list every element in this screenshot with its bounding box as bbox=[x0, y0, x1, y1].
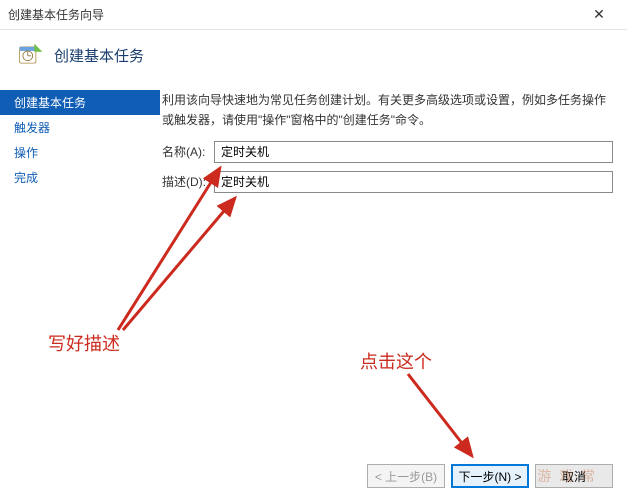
wizard-steps: 创建基本任务 触发器 操作 完成 bbox=[0, 82, 160, 462]
cancel-button[interactable]: 取消 bbox=[535, 464, 613, 488]
name-label: 名称(A): bbox=[162, 143, 214, 160]
window-title: 创建基本任务向导 bbox=[8, 6, 579, 23]
wizard-icon bbox=[18, 42, 44, 68]
close-button[interactable]: ✕ bbox=[579, 1, 619, 29]
page-title: 创建基本任务 bbox=[54, 45, 144, 66]
back-button: < 上一步(B) bbox=[367, 464, 445, 488]
description-label: 描述(D): bbox=[162, 173, 214, 190]
name-input[interactable] bbox=[214, 141, 613, 163]
step-action[interactable]: 操作 bbox=[0, 140, 160, 165]
step-finish[interactable]: 完成 bbox=[0, 165, 160, 190]
intro-text: 利用该向导快速地为常见任务创建计划。有关更多高级选项或设置，例如多任务操作或触发… bbox=[162, 90, 613, 131]
next-button[interactable]: 下一步(N) > bbox=[451, 464, 529, 488]
step-trigger[interactable]: 触发器 bbox=[0, 115, 160, 140]
step-create-basic-task[interactable]: 创建基本任务 bbox=[0, 90, 160, 115]
description-input[interactable] bbox=[214, 171, 613, 193]
